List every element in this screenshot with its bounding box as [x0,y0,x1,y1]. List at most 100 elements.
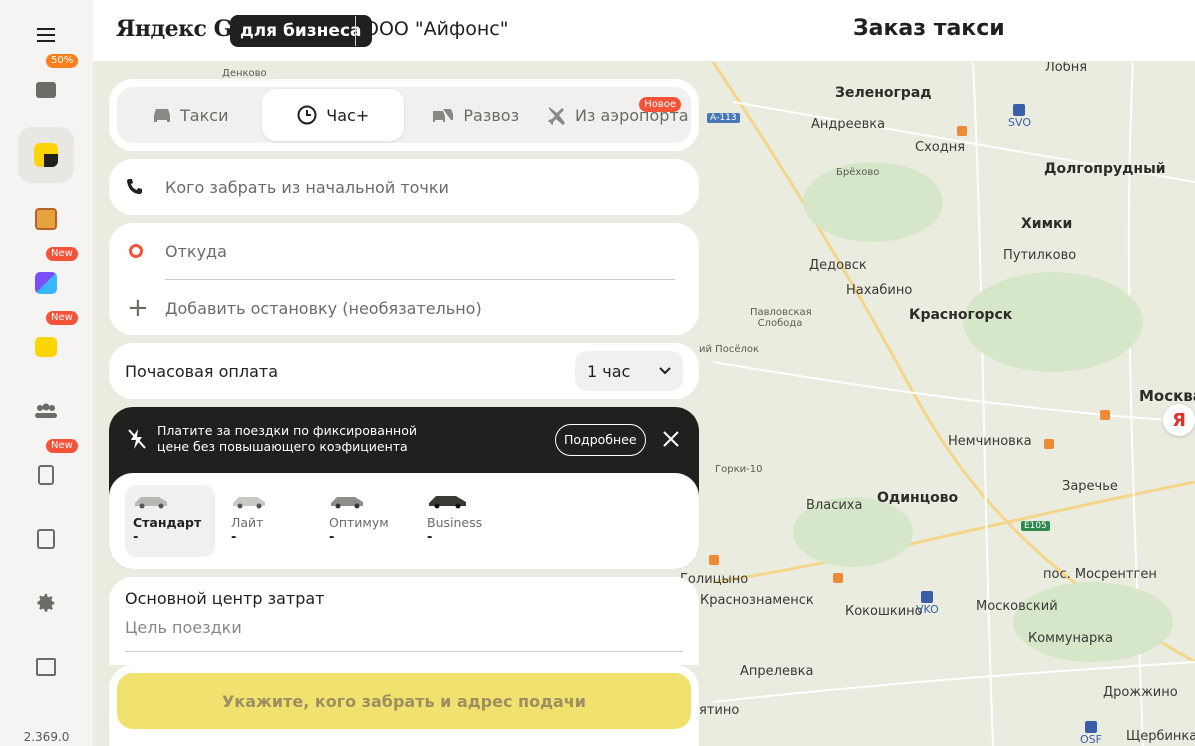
discount-badge: 50% [46,54,79,68]
map-label-khimki: Химки [1021,216,1073,232]
tab-label: Час+ [326,105,370,125]
hourly-card: Почасовая оплата 1 час [109,343,699,399]
map-label-vlasikha: Власиха [806,498,863,513]
sidebar-item-eats[interactable]: New [18,311,78,375]
taxi-icon [34,143,58,167]
gift-icon [36,658,56,676]
hourly-select[interactable]: 1 час [575,351,683,391]
poi-marker[interactable] [709,555,719,565]
cost-center-card: Основной центр затрат Цель поездки [109,577,699,665]
phone-icon [127,179,142,194]
poi-marker[interactable] [1100,410,1110,420]
tariff-price: - [427,530,433,545]
tariff-business[interactable]: Business - [419,485,509,557]
header-divider [355,16,356,46]
airport-svo[interactable]: SVO [1008,104,1031,129]
from-field[interactable]: Откуда [109,223,699,279]
poi-marker[interactable] [957,126,967,136]
sidebar-item-documents[interactable] [18,511,74,567]
sidebar-item-reports[interactable]: New [18,439,78,503]
tariff-name: Стандарт [133,515,202,530]
airport-osf-label: OSF [1080,733,1102,746]
map-label-odintsovo: Одинцово [877,490,959,506]
tab-delivery-group[interactable]: Развоз [404,89,547,141]
map-label-dolgoprudny: Долгопрудный [1044,161,1166,177]
sidebar-item-apps[interactable]: New [18,247,78,311]
new-badge: New [46,439,78,453]
map-label-krasnogorsk: Красногорск [909,307,1013,323]
hourly-row: Почасовая оплата 1 час [109,343,699,399]
sidebar-item-settings[interactable] [18,575,74,631]
airport-svo-label: SVO [1008,116,1031,129]
map-label-kokoshkino: Кокошкино [845,604,923,619]
logo[interactable]: Яндекс Go [116,16,247,42]
car-icon [233,497,265,509]
close-icon[interactable] [661,429,681,449]
add-stop-field[interactable]: + Добавить остановку (необязательно) [109,280,699,336]
tariff-standard[interactable]: Стандарт - [125,485,215,557]
logo-business-badge: для бизнеса [230,15,372,47]
road-shield-e105: E105 [1021,521,1050,531]
map-label-shcherbinka: Щербинка [1126,729,1195,744]
map-label-rechnoy: ий Посёлок [699,344,760,355]
tariff-price: - [231,530,237,545]
box-icon [35,208,57,230]
clock-ruble-icon [297,105,317,125]
hourly-label: Почасовая оплата [125,361,279,381]
map-label-skhodnya: Сходня [915,140,966,155]
pickup-contact-field[interactable]: Кого забрать из начальной точки [109,159,699,215]
map-label-drozhzhino: Дрожжино [1103,685,1178,700]
new-badge: New [46,311,78,325]
map-label-kommunarka: Коммунарка [1028,631,1114,646]
tab-hour-plus[interactable]: Час+ [261,89,404,141]
car-icon [429,496,466,509]
cost-center-select[interactable]: Основной центр затрат [125,589,683,608]
airport-vko[interactable]: VKO [916,591,939,616]
airport-icon [1013,104,1026,116]
map-label-dedovsk: Дедовск [809,258,867,273]
tab-taxi[interactable]: Такси [119,89,262,141]
sidebar-item-taxi[interactable] [18,127,74,183]
eats-icon [35,337,57,357]
company-name[interactable]: ООО "Айфонс" [364,18,508,40]
map-label-moskva: Москва [1139,387,1195,405]
tariff-name: Лайт [231,515,264,530]
map-label-putilkovo: Путилково [1003,248,1077,263]
order-button[interactable]: Укажите, кого забрать и адрес подачи [117,673,691,729]
sidebar-item-delivery[interactable] [18,191,74,247]
tabs-container: Такси Час+ Развоз Из аэропорта Новое [117,87,691,143]
map-label-zelenograd: Зеленоград [835,85,932,101]
new-badge: Новое [639,97,681,112]
map-label-nemchinovka: Немчиновка [948,434,1032,449]
airport-icon [1084,721,1097,733]
poi-marker[interactable] [1044,439,1054,449]
cars-icon [433,109,454,122]
app-version: 2.369.0 [23,730,70,744]
map-label-moskovsky: Московский [976,599,1058,614]
from-placeholder: Откуда [165,241,227,261]
sidebar-item-briefcase[interactable]: 50% [18,54,79,118]
trip-purpose-field[interactable]: Цель поездки [125,618,683,652]
page-title: Заказ такси [853,16,1005,41]
map-label-zarechye: Заречье [1062,479,1118,494]
tariff-lite[interactable]: Лайт - [223,485,313,557]
sidebar-item-gifts[interactable] [18,639,74,695]
tariff-optimum[interactable]: Оптимум - [321,485,411,557]
road-shield-a113: А-113 [707,113,740,123]
car-icon [154,109,171,122]
hourly-value: 1 час [587,361,631,381]
gear-icon [37,593,55,612]
airport-osf[interactable]: OSF [1080,721,1102,746]
briefcase-icon [36,82,56,98]
yandex-marker[interactable]: Я [1163,404,1195,436]
yandex-marker-letter: Я [1172,409,1186,431]
promo-more-button[interactable]: Подробнее [555,424,646,456]
sidebar-item-users[interactable] [18,383,74,439]
map-label-yatino: ятино [699,703,740,718]
tab-label: Развоз [463,105,520,125]
tariff-name: Business [427,515,483,530]
poi-marker[interactable] [833,573,843,583]
hamburger-icon[interactable] [37,28,55,42]
tab-from-airport[interactable]: Из аэропорта Новое [547,89,690,141]
tariff-price: - [329,530,335,545]
